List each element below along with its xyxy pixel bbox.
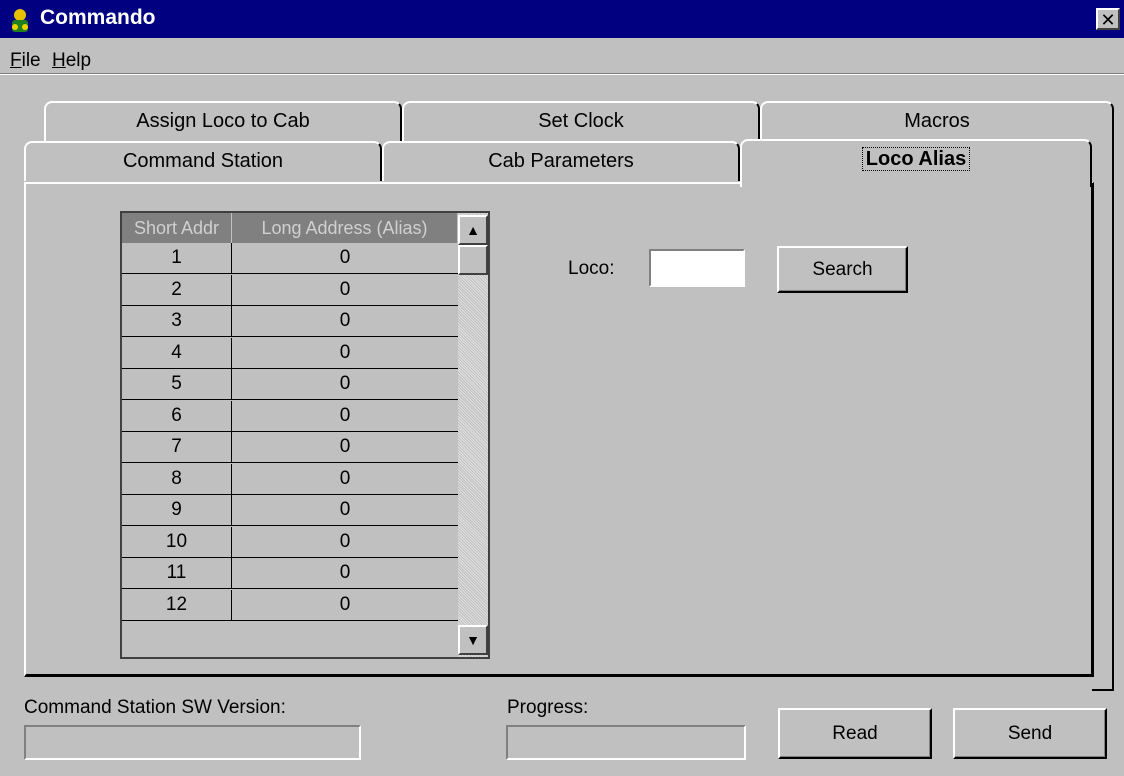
tab-macros[interactable]: Macros	[760, 101, 1114, 141]
search-button[interactable]: Search	[777, 246, 908, 293]
table-row[interactable]: 12 0	[122, 589, 458, 621]
alias-grid[interactable]: Short Addr Long Address (Alias) 10203040…	[120, 211, 490, 659]
version-label: Command Station SW Version:	[24, 697, 286, 718]
menu-help[interactable]: Help	[52, 50, 91, 72]
short-addr-cell[interactable]: 3	[122, 306, 232, 336]
tab-cab-parameters[interactable]: Cab Parameters	[382, 141, 740, 181]
table-row[interactable]: 10	[122, 243, 458, 274]
close-button[interactable]: ✕	[1096, 8, 1120, 30]
long-address-cell[interactable]: 0	[232, 464, 458, 494]
header-long-address: Long Address (Alias)	[232, 213, 458, 243]
progress-bar	[506, 725, 746, 760]
send-button[interactable]: Send	[953, 708, 1107, 759]
window-title: Commando	[40, 6, 156, 29]
short-addr-cell[interactable]: 5	[122, 369, 232, 399]
long-address-cell[interactable]: 0	[232, 432, 458, 462]
tab-back-panel	[1092, 141, 1114, 691]
app-icon	[12, 9, 28, 32]
short-addr-cell[interactable]: 9	[122, 495, 232, 525]
tab-loco-alias-label: Loco Alias	[861, 147, 971, 171]
long-address-cell[interactable]: 0	[232, 495, 458, 525]
short-addr-cell[interactable]: 12	[122, 589, 232, 620]
table-row[interactable]: 90	[122, 495, 458, 526]
short-addr-cell[interactable]: 7	[122, 432, 232, 462]
table-row[interactable]: 20	[122, 274, 458, 306]
tab-command-station[interactable]: Command Station	[24, 141, 382, 181]
table-row[interactable]: 40	[122, 337, 458, 369]
short-addr-cell[interactable]: 10	[122, 526, 232, 557]
grid-header: Short Addr Long Address (Alias)	[122, 213, 458, 243]
long-address-cell[interactable]: 0	[232, 558, 458, 588]
table-row[interactable]: 70	[122, 432, 458, 463]
long-address-cell[interactable]: 0	[232, 401, 458, 431]
menu-file[interactable]: File	[10, 50, 41, 72]
long-address-cell[interactable]: 0	[232, 369, 458, 399]
scroll-up-button[interactable]: ▲	[458, 215, 488, 245]
table-row[interactable]: 50	[122, 369, 458, 400]
short-addr-cell[interactable]: 4	[122, 337, 232, 368]
short-addr-cell[interactable]: 1	[122, 243, 232, 273]
scroll-thumb[interactable]	[458, 245, 488, 275]
table-row[interactable]: 10 0	[122, 526, 458, 558]
long-address-cell[interactable]: 0	[232, 243, 458, 273]
loco-input[interactable]	[649, 249, 745, 287]
long-address-cell[interactable]: 0	[232, 590, 458, 620]
long-address-cell[interactable]: 0	[232, 306, 458, 336]
grid-scrollbar[interactable]: ▲ ▼	[458, 213, 488, 657]
title-bar: Commando ✕	[0, 0, 1124, 38]
scroll-down-button[interactable]: ▼	[458, 625, 488, 655]
header-short-addr: Short Addr	[122, 213, 232, 243]
long-address-cell[interactable]: 0	[232, 338, 458, 368]
progress-label: Progress:	[507, 697, 589, 718]
long-address-cell[interactable]: 0	[232, 275, 458, 305]
short-addr-cell[interactable]: 2	[122, 274, 232, 305]
tab-set-clock[interactable]: Set Clock	[402, 101, 760, 141]
table-row[interactable]: 80	[122, 463, 458, 495]
table-row[interactable]: 11 0	[122, 558, 458, 589]
table-row[interactable]: 60	[122, 400, 458, 432]
tab-assign-loco[interactable]: Assign Loco to Cab	[44, 101, 402, 141]
tab-loco-alias[interactable]: Loco Alias	[740, 139, 1092, 187]
short-addr-cell[interactable]: 8	[122, 463, 232, 494]
read-button[interactable]: Read	[778, 708, 932, 759]
version-field	[24, 725, 361, 760]
loco-label: Loco:	[568, 258, 615, 279]
menu-bar: File Help	[0, 44, 1124, 75]
short-addr-cell[interactable]: 11	[122, 558, 232, 588]
long-address-cell[interactable]: 0	[232, 527, 458, 557]
table-row[interactable]: 30	[122, 306, 458, 337]
short-addr-cell[interactable]: 6	[122, 400, 232, 431]
